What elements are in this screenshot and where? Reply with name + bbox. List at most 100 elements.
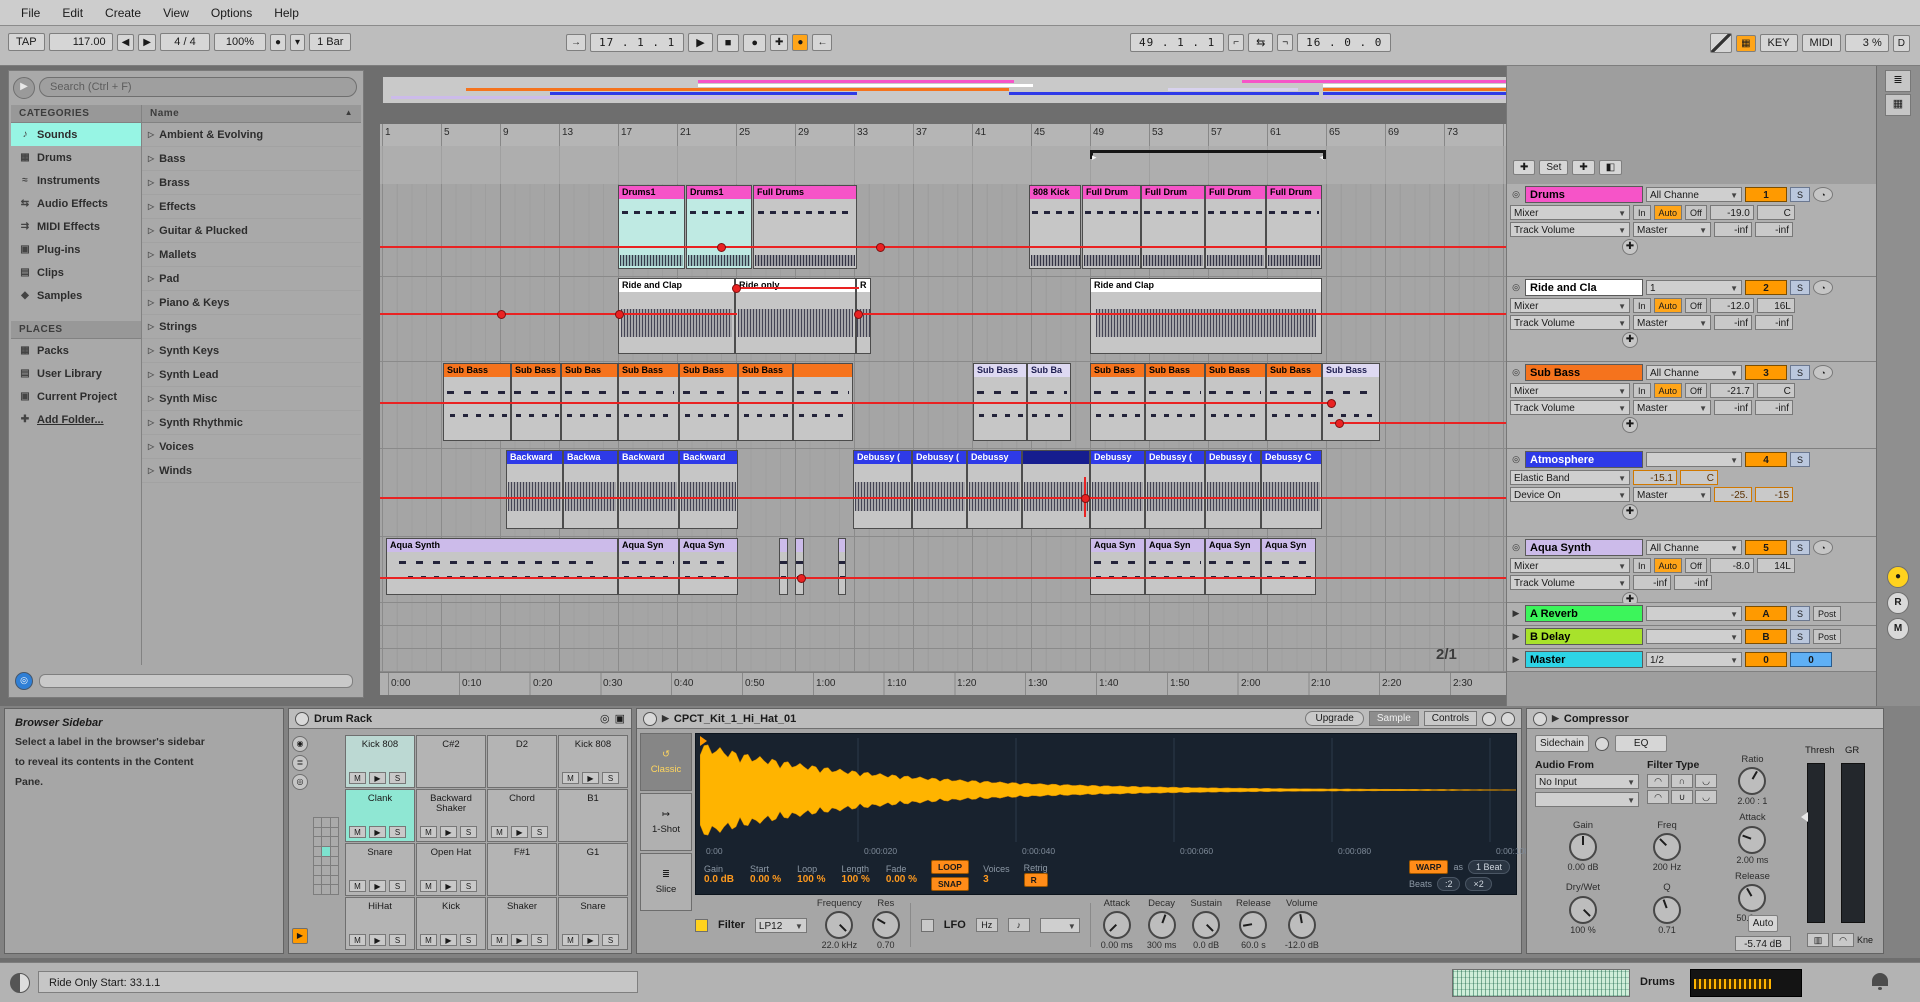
pad-preview-button[interactable]: ▶ (511, 934, 528, 946)
monitor-auto-button[interactable]: Auto (1654, 383, 1683, 398)
eq-button[interactable]: EQ (1615, 735, 1667, 752)
drum-pad-chord[interactable]: ChordM▶S (487, 789, 557, 842)
pad-preview-button[interactable]: ▶ (582, 772, 599, 784)
clip-backward[interactable]: Backward (618, 450, 679, 529)
q-knob[interactable]: Q0.71 (1625, 883, 1709, 935)
track-fold-icon[interactable]: ▶ (1510, 654, 1522, 665)
release-knob-knob[interactable] (1738, 884, 1766, 912)
sidebar-item-add-folder[interactable]: ✚Add Folder... (11, 408, 141, 431)
stop-button[interactable]: ■ (717, 34, 740, 52)
audio-from-select[interactable]: No Input▼ (1535, 774, 1639, 789)
drum-rack-title-bar[interactable]: Drum Rack ◎ ▣ (289, 709, 631, 729)
pad-mute-button[interactable]: M (420, 826, 437, 838)
side-circle-0[interactable]: ● (1887, 566, 1909, 588)
time-ruler[interactable]: 0:000:100:200:300:400:501:001:101:201:30… (380, 672, 1506, 695)
env-release-knob[interactable] (1239, 911, 1267, 939)
lane-b-delay[interactable] (380, 626, 1506, 649)
volume-value[interactable]: -12.0 (1710, 298, 1754, 313)
clip-backwa[interactable]: Backwa (563, 450, 618, 529)
pad-bank-cell[interactable] (322, 818, 329, 827)
play-button[interactable]: ▶ (688, 33, 712, 52)
volume-value[interactable]: -8.0 (1710, 558, 1754, 573)
env-volume-knob[interactable] (1288, 911, 1316, 939)
pad-bank-cell[interactable] (314, 818, 321, 827)
drywet-knob-knob[interactable] (1569, 896, 1597, 924)
scrub-area[interactable]: ▸ ◂ (380, 146, 1506, 185)
input-routing-select[interactable]: All Channe▼ (1646, 365, 1742, 380)
pad-solo-button[interactable]: S (389, 826, 406, 838)
time-signature-display[interactable]: 4 / 4 (160, 33, 210, 51)
lfo-shape-select[interactable]: ▼ (1040, 918, 1080, 933)
pad-mute-button[interactable]: M (349, 772, 366, 784)
track-fold-icon[interactable]: ◎ (1510, 282, 1522, 293)
browser-folder-synth-keys[interactable]: ▷Synth Keys (142, 339, 361, 363)
mode-1-shot[interactable]: ↦1-Shot (640, 793, 692, 851)
pad-bank-cell[interactable] (322, 857, 329, 866)
track-header-sub-bass[interactable]: ◎Sub BassAll Channe▼3S◔Mixer▼InAutoOff-2… (1507, 362, 1877, 449)
monitor-auto-button[interactable]: Auto (1654, 205, 1683, 220)
volume-value[interactable]: -21.7 (1710, 383, 1754, 398)
post-fader-button[interactable]: Post (1813, 629, 1841, 644)
filter-shape-button-5[interactable]: ◡ (1695, 790, 1717, 804)
lane-a-reverb[interactable] (380, 603, 1506, 626)
pad-bank-overview[interactable] (313, 817, 339, 895)
pad-preview-button[interactable]: ▶ (369, 934, 386, 946)
clip-full-drums[interactable]: Full Drums (753, 185, 857, 269)
threshold-handle[interactable] (1801, 812, 1808, 822)
output-routing-select[interactable]: Master▼ (1633, 487, 1711, 502)
warp-beat-value[interactable]: 1 Beat (1468, 860, 1510, 874)
pad-mute-button[interactable]: M (562, 772, 579, 784)
loop-length-display[interactable]: 16 . 0 . 0 (1297, 33, 1391, 52)
pad-solo-button[interactable]: S (460, 826, 477, 838)
content-list-header[interactable]: Name ▲ (142, 105, 361, 123)
pad-bank-cell[interactable] (331, 885, 338, 894)
tab-sample[interactable]: Sample (1369, 711, 1419, 726)
quantize-menu[interactable]: 1 Bar (309, 33, 351, 51)
pad-bank-cell[interactable] (322, 837, 329, 846)
volume-value[interactable]: -19.0 (1710, 205, 1754, 220)
drum-pad-b1[interactable]: B1 (558, 789, 628, 842)
device-activator-icon[interactable] (1533, 712, 1547, 726)
simpler-title-bar[interactable]: ▶ CPCT_Kit_1_Hi_Hat_01 Upgrade Sample Co… (637, 709, 1521, 729)
master-output-select[interactable]: 1/2▼ (1646, 652, 1742, 667)
sample-display[interactable]: 0:000:00:0200:00:0400:00:0600:00:0800:00… (695, 733, 1517, 895)
nudge-up-button[interactable]: ▶ (138, 34, 156, 51)
filter-shape-button-3[interactable]: ◠ (1647, 790, 1669, 804)
transfer-curve-icon[interactable]: ◠ (1832, 933, 1854, 947)
q-knob-knob[interactable] (1653, 896, 1681, 924)
browser-folder-voices[interactable]: ▷Voices (142, 435, 361, 459)
sample-field-start[interactable]: Start0.00 % (750, 864, 781, 887)
preview-button[interactable]: ◔ (1813, 540, 1833, 555)
pad-preview-button[interactable]: ▶ (369, 826, 386, 838)
input-routing-select[interactable]: All Channe▼ (1646, 187, 1742, 202)
audio-from-channel-select[interactable]: ▼ (1535, 792, 1639, 807)
automation-control-select[interactable]: Device On▼ (1510, 487, 1630, 502)
menu-edit[interactable]: Edit (51, 6, 94, 20)
overview-grid-icon[interactable]: ▦ (1885, 94, 1911, 116)
sidebar-item-user-library[interactable]: ▤User Library (11, 362, 141, 385)
output-routing-select[interactable]: Master▼ (1633, 400, 1711, 415)
set-button[interactable]: Set (1539, 160, 1568, 175)
output-routing-select[interactable]: Master▼ (1633, 315, 1711, 330)
clip-full-drum[interactable]: Full Drum (1141, 185, 1205, 269)
browser-folder-effects[interactable]: ▷Effects (142, 195, 361, 219)
pad-bank-cell[interactable] (314, 857, 321, 866)
add-return-button[interactable]: ✚ (1572, 160, 1594, 175)
frequency-knob-knob[interactable] (825, 911, 853, 939)
add-automation-lane-button[interactable]: ✚ (1622, 332, 1638, 348)
monitor-icon[interactable]: ◧ (1599, 160, 1622, 175)
automation-breakpoint[interactable] (732, 284, 741, 293)
track-header-atmosphere[interactable]: ◎Atmosphere▼4SElastic Band▼-15.1CDevice … (1507, 449, 1877, 537)
pan-value[interactable]: C (1680, 470, 1718, 485)
pad-solo-button[interactable]: S (389, 880, 406, 892)
env-volume[interactable]: Volume-12.0 dB (1285, 899, 1319, 951)
clip-unnamed[interactable] (779, 538, 788, 595)
menu-file[interactable]: File (10, 6, 51, 20)
loop-toggle[interactable]: ⇆ (1248, 33, 1273, 52)
ratio-knob[interactable]: Ratio2.00 : 1 (1737, 755, 1767, 807)
pad-bank-cell[interactable] (322, 828, 329, 837)
input-routing-select[interactable]: All Channe▼ (1646, 540, 1742, 555)
clip-unnamed[interactable] (795, 538, 804, 595)
chain-list-icon[interactable]: ≣ (292, 755, 308, 771)
pad-bank-cell[interactable] (331, 828, 338, 837)
